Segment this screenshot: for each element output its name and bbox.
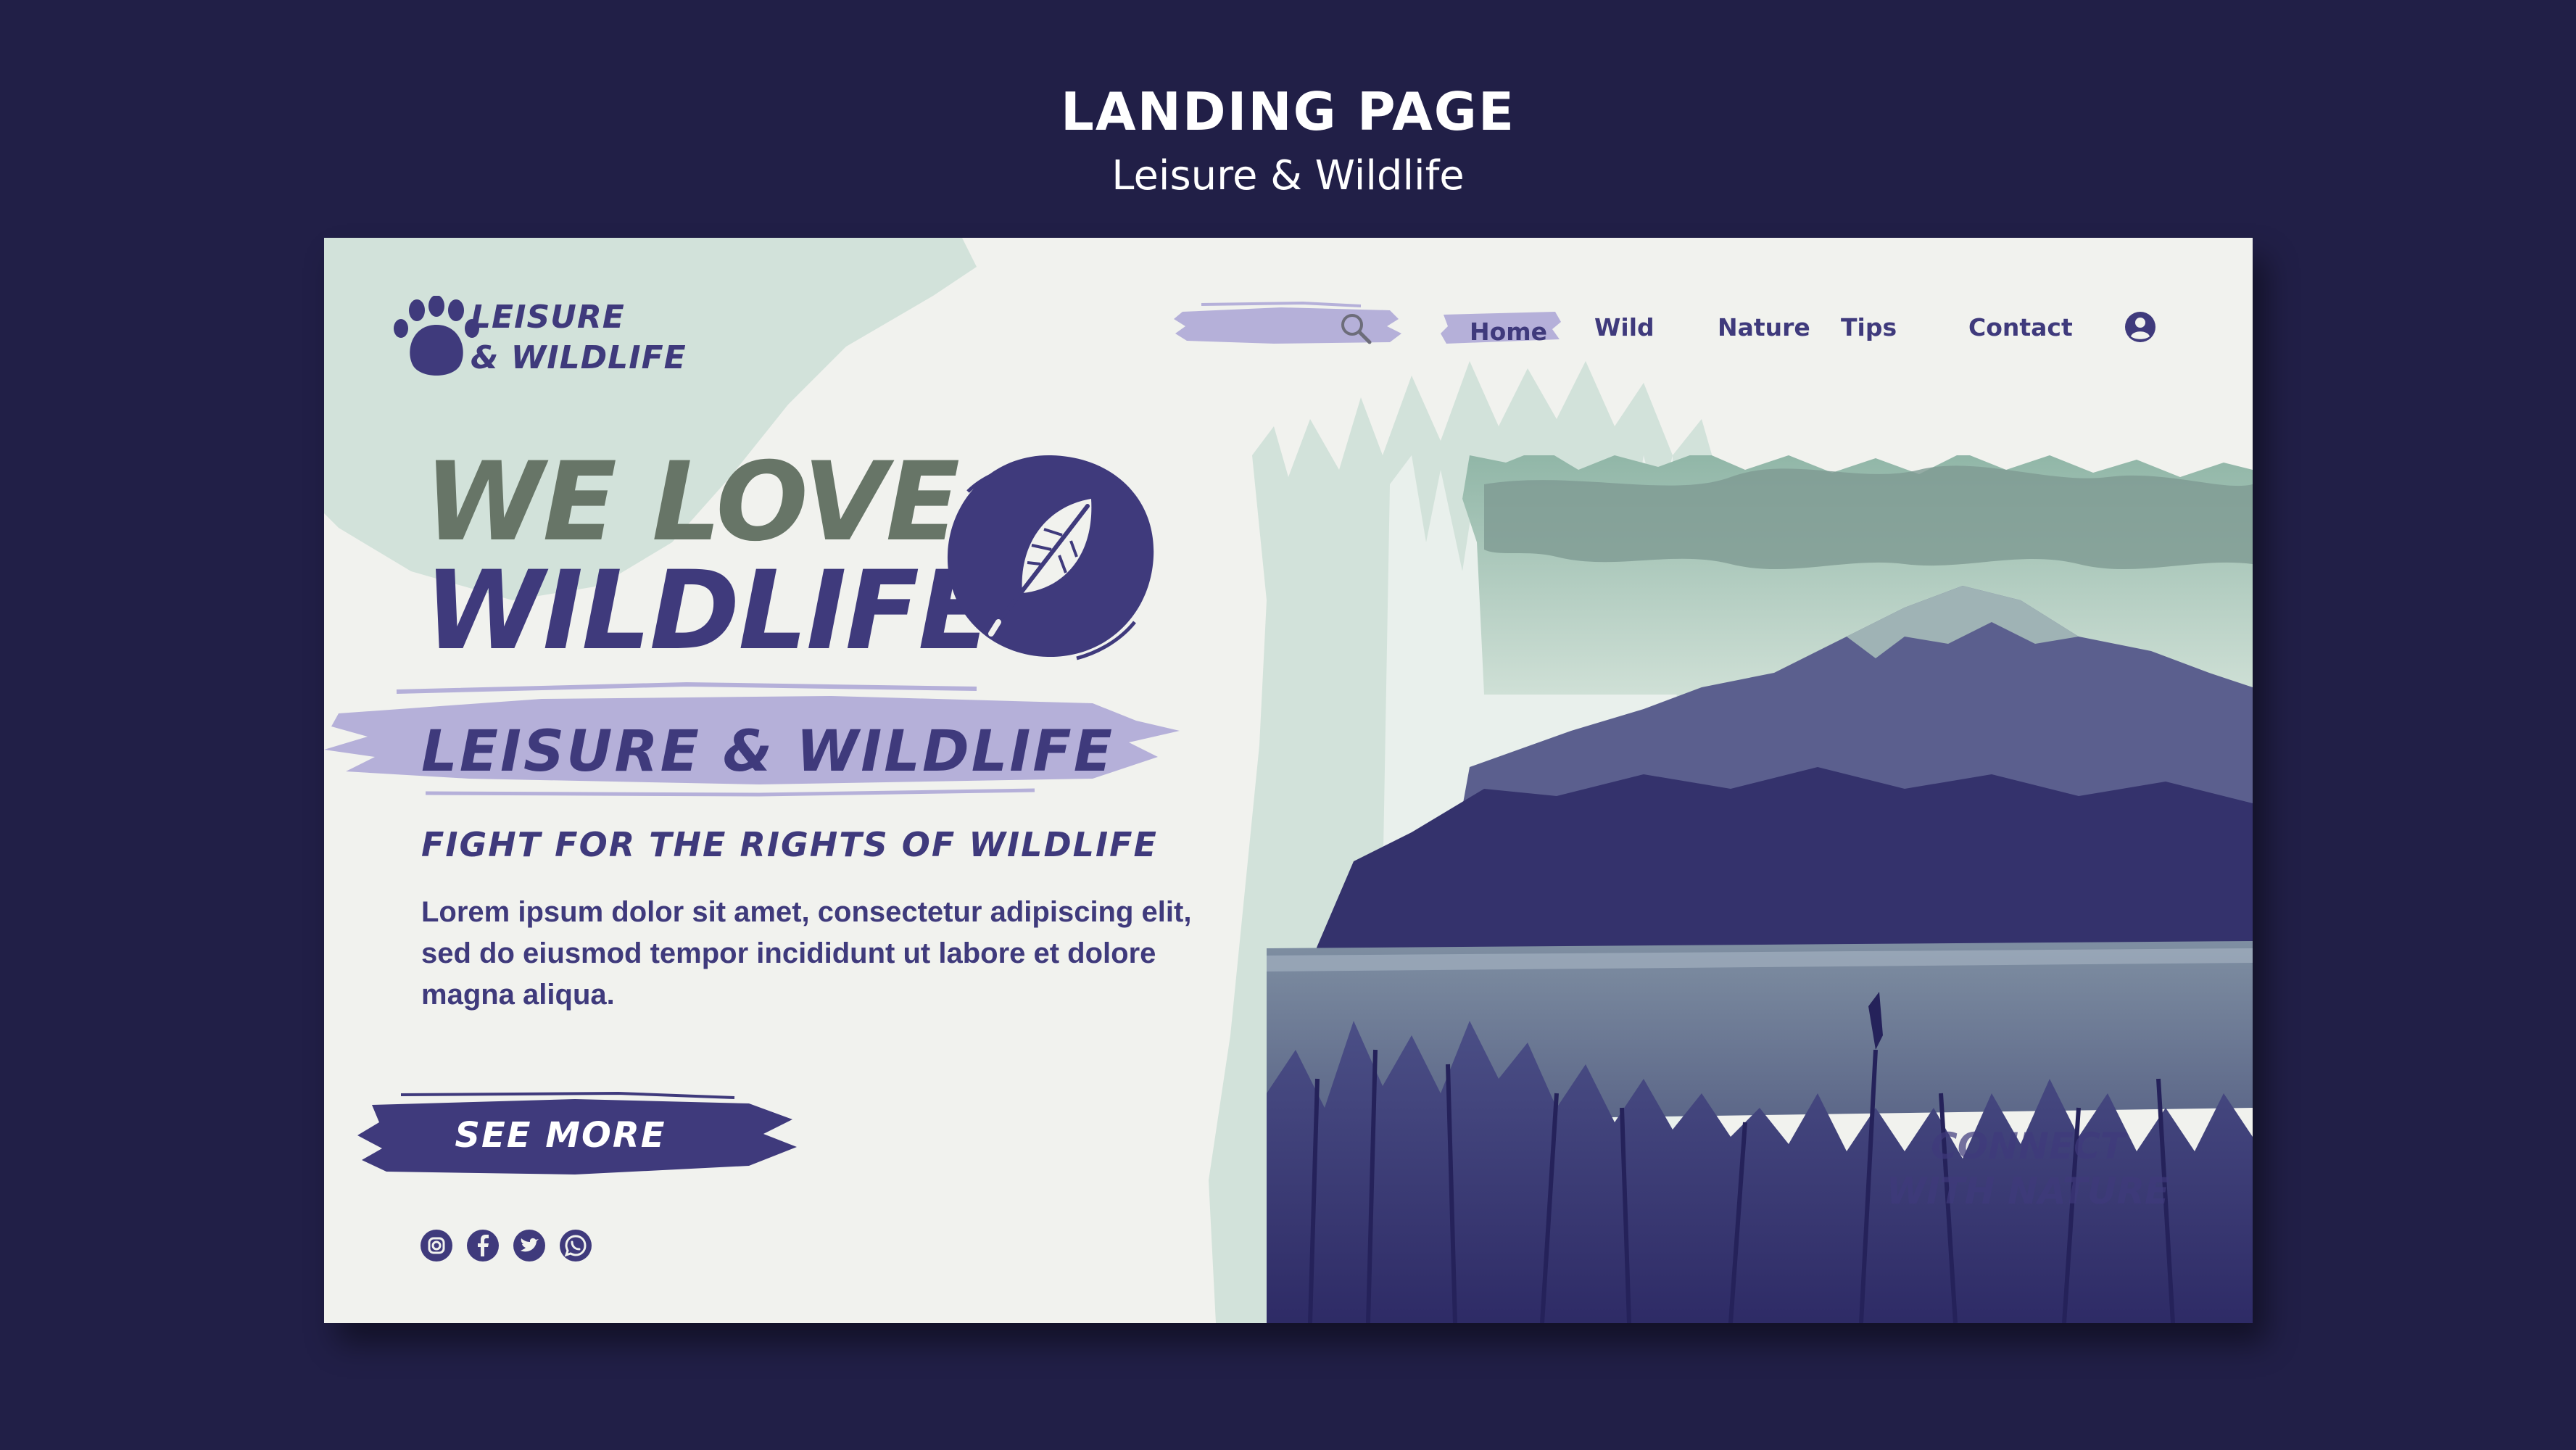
instagram-icon[interactable] <box>420 1229 453 1262</box>
landing-page-mockup: LEISURE & WILDLIFE Home Wild Nature Tips… <box>324 238 2253 1323</box>
see-more-label: SEE MORE <box>455 1115 666 1156</box>
user-account-icon[interactable] <box>2124 310 2157 344</box>
nav-tips[interactable]: Tips <box>1841 313 1897 341</box>
brand-line-2: & WILDLIFE <box>471 339 687 376</box>
hero-body-text: Lorem ipsum dolor sit amet, consectetur … <box>421 896 1192 1011</box>
search-icon[interactable] <box>1338 310 1374 347</box>
showcase-title: LANDING PAGE <box>1061 81 1515 142</box>
whatsapp-icon[interactable] <box>559 1229 592 1262</box>
hero-headline-line-1: WE LOVE <box>424 439 960 566</box>
hero-headline-line-2: WILDLIFE <box>424 548 993 674</box>
see-more-button[interactable]: SEE MORE <box>357 1090 800 1185</box>
brand-logo-text[interactable]: LEISURE & WILDLIFE <box>471 297 687 378</box>
nav-wild[interactable]: Wild <box>1594 313 1654 341</box>
leaf-icon <box>947 455 1154 660</box>
facebook-icon[interactable] <box>466 1229 500 1262</box>
hero-tagline: LEISURE & WILDLIFE <box>421 719 1114 784</box>
brand-line-1: LEISURE <box>471 299 625 336</box>
nav-contact[interactable]: Contact <box>1968 313 2073 341</box>
twitter-icon[interactable] <box>513 1229 546 1262</box>
nav-home[interactable]: Home <box>1470 318 1547 346</box>
hero-subheading: FIGHT FOR THE RIGHTS OF WILDLIFE <box>421 825 1158 864</box>
showcase-subtitle: Leisure & Wildlife <box>1111 152 1465 199</box>
photo-overlay-text: CONNECT WITH NATURE <box>1886 1125 2170 1212</box>
nav-nature[interactable]: Nature <box>1718 313 1810 341</box>
